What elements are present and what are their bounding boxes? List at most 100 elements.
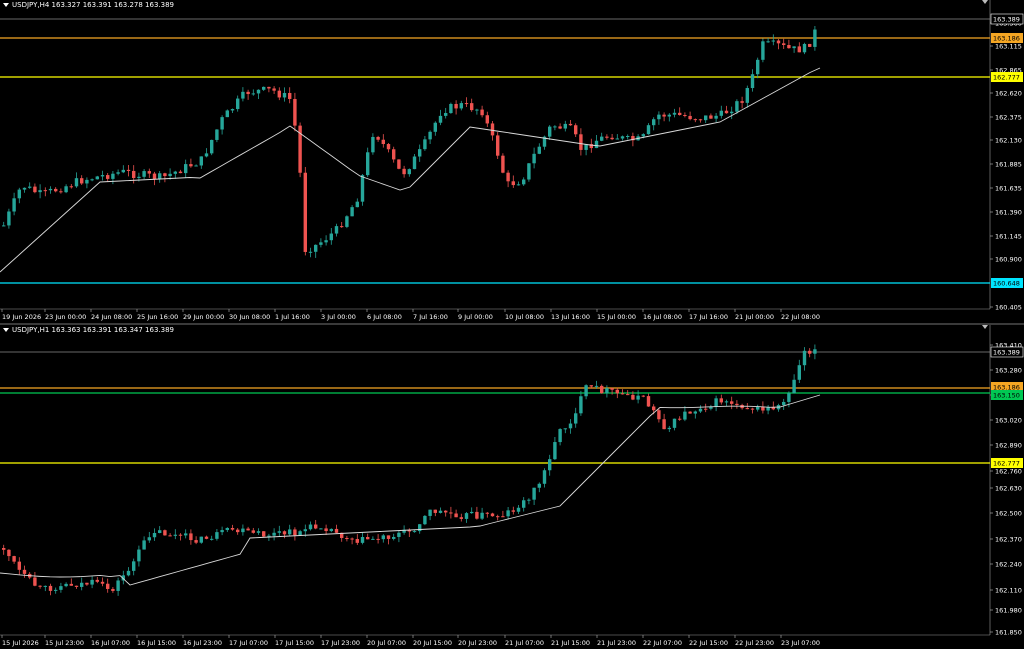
candle-body [802,43,807,53]
candle-body [12,556,16,562]
candle-body [199,156,203,166]
time-tick-label: 21 Jul 07:00 [505,639,544,647]
triangle-down-icon[interactable] [982,325,988,329]
price-tick-label: 162.110 [995,587,1022,595]
candle-body [579,134,583,150]
candle-body [147,171,151,174]
candle-body [116,580,120,591]
candle-body [626,136,630,138]
h4-chart-canvas[interactable]: 163.360163.115162.865162.620162.375162.1… [0,0,1024,323]
triangle-down-icon[interactable] [982,0,988,4]
candle-body [797,46,801,53]
candle-body [308,524,313,530]
time-tick-label: 17 Jul 16:00 [689,313,728,321]
candle-body [293,529,297,536]
candle-body [69,583,73,586]
time-tick-label: 17 Jul 23:00 [321,639,360,647]
candle-body [652,406,656,411]
candle-body [308,251,313,253]
candle-body [303,172,307,252]
candle-body [236,529,240,533]
candle-body [319,528,323,530]
time-tick-label: 15 Jul 23:00 [45,639,84,647]
price-level-tag-label: 162.777 [993,74,1020,82]
candle-body [64,583,68,587]
triangle-down-icon[interactable] [3,328,9,332]
candle-body [69,186,73,188]
price-tick-label: 161.390 [995,209,1022,217]
candle-body [501,155,505,173]
candle-body [808,43,812,47]
candle-body [7,211,11,226]
time-tick-label: 16 Jul 23:00 [183,639,222,647]
candle-body [532,153,536,164]
candle-body [137,176,141,179]
candle-body [527,163,531,180]
candle-body [730,401,734,404]
candle-body [126,169,131,171]
time-tick-label: 20 Jul 15:00 [413,639,452,647]
candle-body [813,29,817,47]
h1-chart-pane[interactable]: 163.410163.280163.150163.020162.890162.7… [0,325,1024,649]
candle-body [776,40,781,44]
candle-body [220,117,224,130]
candle-body [496,135,500,156]
time-tick-label: 7 Jul 16:00 [413,313,448,321]
time-tick-label: 22 Jul 15:00 [689,639,728,647]
candle-body [80,582,84,587]
candle-body [693,119,697,121]
candle-body [459,103,463,109]
candle-body [579,396,583,414]
candle-body [475,511,479,519]
candle-body [184,533,188,536]
candle-body [730,111,734,114]
time-tick-label: 15 Jul 2026 [2,639,39,647]
candle-body [615,138,619,140]
candle-body [371,136,375,153]
time-tick-label: 21 Jul 23:00 [597,639,636,647]
h1-header-text: USDJPY,H1 163.363 163.391 163.347 163.38… [12,326,174,334]
candle-body [813,349,817,354]
candle-body [33,577,37,586]
triangle-down-icon[interactable] [3,3,9,7]
candle-body [272,532,276,536]
candle-body [85,179,89,184]
candle-body [563,123,567,129]
time-tick-label: 16 Jul 07:00 [91,639,130,647]
candle-body [256,89,261,94]
candle-body [735,101,739,112]
candle-body [444,510,448,513]
candle-body [178,171,183,174]
candle-body [548,459,552,471]
candle-body [704,408,708,410]
candle-body [527,499,531,501]
price-tick-label: 163.280 [995,367,1022,375]
candle-body [620,393,625,395]
candle-body [33,186,37,193]
h4-header-text: USDJPY,H4 163.327 163.391 163.278 163.38… [12,1,174,9]
candle-body [698,408,703,412]
candle-body [334,226,339,234]
candle-body [537,146,541,154]
time-tick-label: 23 Jun 00:00 [45,313,86,321]
candle-body [496,516,500,518]
h4-chart-pane[interactable]: 163.360163.115162.865162.620162.375162.1… [0,0,1024,323]
time-tick-label: 21 Jul 15:00 [551,639,590,647]
moving-average-line [0,394,821,586]
candle-body [241,528,245,533]
candle-body [376,136,380,140]
candle-body [532,487,536,500]
candle-body [59,586,63,590]
candle-body [672,418,677,428]
price-tick-label: 161.145 [995,233,1022,241]
candle-body [262,86,266,90]
candle-body [54,589,58,591]
candle-body [464,103,469,105]
candle-body [792,379,796,394]
time-tick-label: 16 Jul 15:00 [137,639,176,647]
candle-body [350,207,354,217]
h1-chart-canvas[interactable]: 163.410163.280163.150163.020162.890162.7… [0,325,1024,649]
candle-body [558,429,562,443]
candle-body [423,139,427,150]
candle-body [158,530,162,533]
